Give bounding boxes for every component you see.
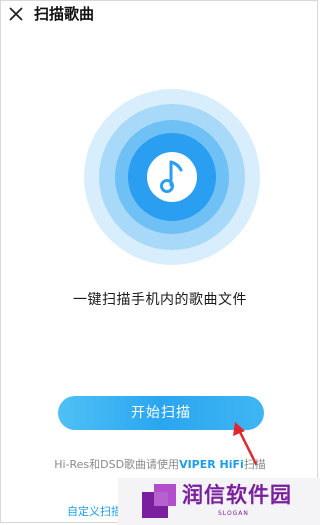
scan-description: 一键扫描手机内的歌曲文件	[73, 292, 247, 308]
app-header: 扫描歌曲	[0, 0, 320, 30]
watermark-slogan: SLOGAN	[218, 510, 249, 517]
hires-note: Hi-Res和DSD歌曲请使用VIPER HiFi扫描	[0, 456, 320, 472]
scan-rings-graphic	[84, 89, 260, 265]
watermark: 润信软件园 SLOGAN	[118, 478, 320, 525]
page-title: 扫描歌曲	[34, 5, 95, 23]
close-icon[interactable]	[7, 5, 25, 23]
hires-note-prefix: Hi-Res和DSD歌曲请使用	[54, 458, 180, 471]
custom-scan-link[interactable]: 自定义扫描	[67, 503, 122, 519]
watermark-logo-icon	[142, 484, 176, 518]
viper-hifi-link[interactable]: VIPER HiFi	[179, 458, 244, 471]
hires-note-suffix: 扫描	[243, 458, 266, 471]
watermark-text: 润信软件园	[182, 483, 292, 507]
